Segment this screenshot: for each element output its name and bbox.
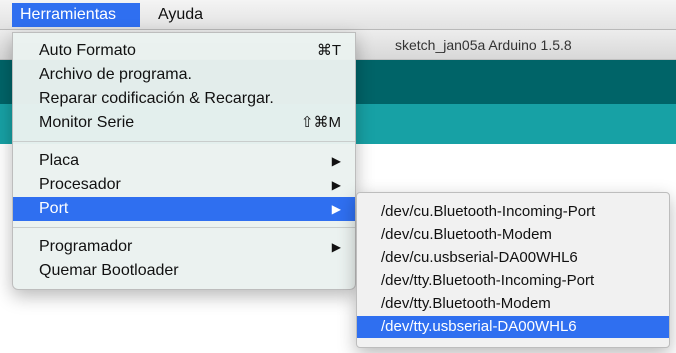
menu-item-archivo-de-programa[interactable]: Archivo de programa. — [13, 63, 355, 87]
menu-item-label: Quemar Bootloader — [39, 262, 179, 279]
triangle-right-icon: ▶ — [331, 154, 341, 168]
port-submenu: /dev/cu.Bluetooth-Incoming-Port /dev/cu.… — [356, 192, 670, 348]
menu-item-label: Placa — [39, 152, 80, 169]
screen: sketch_jan05a Arduino 1.5.8 Herramientas… — [0, 0, 676, 353]
port-item-label: /dev/tty.Bluetooth-Incoming-Port — [381, 272, 595, 289]
menu-item-label: Reparar codificación & Recargar. — [39, 90, 274, 107]
menu-item-placa[interactable]: Placa ▶ — [13, 149, 355, 173]
port-item-label: /dev/cu.usbserial-DA00WHL6 — [381, 249, 578, 266]
menu-item-port[interactable]: Port ▶ — [13, 197, 355, 221]
menu-bar: Herramientas Ayuda — [0, 0, 676, 30]
port-item-label: /dev/cu.Bluetooth-Incoming-Port — [381, 203, 596, 220]
triangle-right-icon: ▶ — [331, 240, 341, 254]
port-item[interactable]: /dev/tty.Bluetooth-Incoming-Port — [357, 270, 669, 292]
menu-separator — [13, 141, 355, 142]
menu-item-quemar-bootloader[interactable]: Quemar Bootloader — [13, 259, 355, 283]
port-item[interactable]: /dev/cu.Bluetooth-Modem — [357, 224, 669, 246]
menubar-item-ayuda[interactable]: Ayuda — [150, 3, 220, 27]
triangle-right-icon: ▶ — [331, 178, 341, 192]
menu-item-auto-formato[interactable]: Auto Formato ⌘T — [13, 39, 355, 63]
menu-item-label: Auto Formato — [39, 42, 136, 59]
menubar-item-herramientas[interactable]: Herramientas — [12, 3, 140, 27]
port-item-label: /dev/tty.Bluetooth-Modem — [381, 295, 551, 312]
menu-separator — [13, 227, 355, 228]
menu-item-monitor-serie[interactable]: Monitor Serie ⇧⌘M — [13, 111, 355, 135]
menu-item-reparar-codificacion[interactable]: Reparar codificación & Recargar. — [13, 87, 355, 111]
port-item-label: /dev/cu.Bluetooth-Modem — [381, 226, 552, 243]
port-item[interactable]: /dev/cu.Bluetooth-Incoming-Port — [357, 201, 669, 223]
port-item-selected[interactable]: /dev/tty.usbserial-DA00WHL6 — [357, 316, 669, 338]
herramientas-menu: Auto Formato ⌘T Archivo de programa. Rep… — [12, 32, 356, 290]
window-title: sketch_jan05a Arduino 1.5.8 — [395, 37, 572, 53]
menu-item-label: Programador — [39, 238, 133, 255]
menu-item-shortcut: ⌘T — [316, 42, 341, 59]
menu-item-shortcut: ⇧⌘M — [300, 114, 341, 131]
port-item-label: /dev/tty.usbserial-DA00WHL6 — [381, 318, 577, 335]
port-item[interactable]: /dev/cu.usbserial-DA00WHL6 — [357, 247, 669, 269]
triangle-right-icon: ▶ — [331, 202, 341, 216]
menu-item-label: Archivo de programa. — [39, 66, 192, 83]
port-item[interactable]: /dev/tty.Bluetooth-Modem — [357, 293, 669, 315]
menu-item-procesador[interactable]: Procesador ▶ — [13, 173, 355, 197]
menu-item-programador[interactable]: Programador ▶ — [13, 235, 355, 259]
menu-item-label: Port — [39, 200, 69, 217]
menu-item-label: Monitor Serie — [39, 114, 135, 131]
menu-item-label: Procesador — [39, 176, 121, 193]
